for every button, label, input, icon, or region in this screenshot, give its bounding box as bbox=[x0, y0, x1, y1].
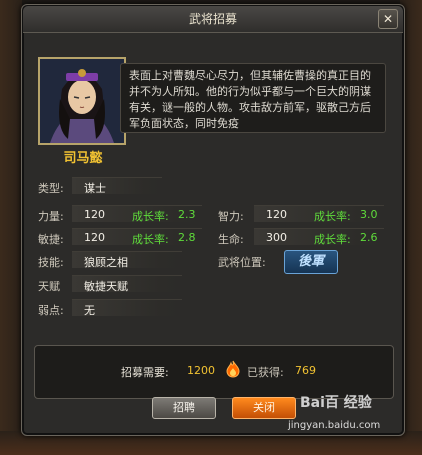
life-value: 300 bbox=[266, 231, 287, 244]
agi-growth-label: 成长率: bbox=[132, 233, 169, 246]
window-title: 武将招募 bbox=[23, 6, 403, 33]
close-icon[interactable]: ✕ bbox=[378, 9, 398, 29]
watermark-url: jingyan.baidu.com bbox=[288, 420, 381, 431]
life-growth-label: 成长率: bbox=[314, 233, 351, 246]
agi-value: 120 bbox=[84, 231, 105, 244]
int-value: 120 bbox=[266, 208, 287, 221]
int-growth-label: 成长率: bbox=[314, 210, 351, 223]
recruit-window: 武将招募 ✕ 司马懿 表面上对曹魏尽心尽力，但其辅佐曹操的真正目的并不为人所知。… bbox=[21, 4, 405, 436]
recruit-button[interactable]: 招聘 bbox=[152, 397, 216, 419]
int-growth: 3.0 bbox=[360, 208, 378, 221]
background-left bbox=[0, 0, 22, 455]
weakness-label: 弱点: bbox=[38, 304, 64, 317]
talent-label: 天赋 bbox=[38, 280, 60, 293]
hero-name: 司马懿 bbox=[63, 151, 103, 166]
hero-portrait bbox=[38, 57, 126, 145]
power-value: 120 bbox=[84, 208, 105, 221]
recruit-owned-value: 769 bbox=[295, 364, 316, 377]
type-value: 谋士 bbox=[84, 182, 106, 195]
int-label: 智力: bbox=[218, 210, 244, 223]
fire-icon bbox=[225, 360, 241, 381]
weakness-value: 无 bbox=[84, 304, 95, 317]
power-label: 力量: bbox=[38, 210, 64, 223]
hero-description: 表面上对曹魏尽心尽力，但其辅佐曹操的真正目的并不为人所知。他的行为似乎都与一个巨… bbox=[120, 63, 386, 133]
talent-value[interactable]: 敏捷天赋 bbox=[84, 278, 128, 294]
position-label: 武将位置: bbox=[218, 256, 266, 269]
position-badge: 後軍 bbox=[284, 250, 338, 274]
recruit-cost-panel: 招募需要: 1200 已获得: 769 bbox=[34, 345, 394, 399]
power-growth: 2.3 bbox=[178, 208, 196, 221]
type-label: 类型: bbox=[38, 182, 64, 195]
skill-value[interactable]: 狼顾之相 bbox=[84, 254, 128, 270]
recruit-owned-label: 已获得: bbox=[247, 366, 284, 379]
agi-label: 敏捷: bbox=[38, 233, 64, 246]
life-label: 生命: bbox=[218, 233, 244, 246]
power-growth-label: 成长率: bbox=[132, 210, 169, 223]
life-growth: 2.6 bbox=[360, 231, 378, 244]
recruit-need-value: 1200 bbox=[187, 364, 215, 377]
recruit-need-label: 招募需要: bbox=[121, 366, 169, 379]
close-button[interactable]: 关闭 bbox=[232, 397, 296, 419]
skill-label: 技能: bbox=[38, 256, 64, 269]
watermark-logo: Bai百 经验 bbox=[300, 395, 372, 411]
agi-growth: 2.8 bbox=[178, 231, 196, 244]
